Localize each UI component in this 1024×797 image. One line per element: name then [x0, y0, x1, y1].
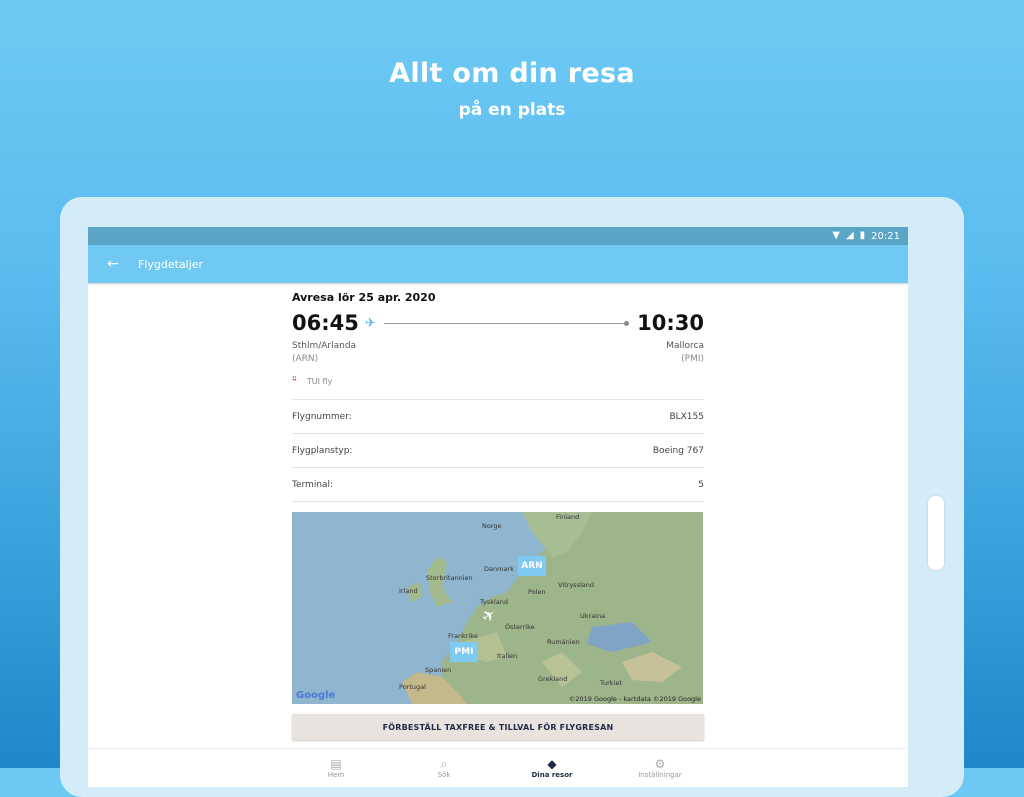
plane-icon: ✈ [364, 315, 376, 331]
back-arrow-icon[interactable]: ← [88, 256, 138, 272]
google-logo: Google [296, 690, 336, 701]
map-label: Ukraina [580, 612, 606, 620]
nav-label: Sök [437, 771, 451, 779]
detail-value: BLX155 [669, 411, 704, 422]
departure-airport: Sthlm/Arlanda (ARN) [292, 340, 356, 366]
map-label: Storbritannien [426, 574, 473, 582]
departure-date: Avresa lör 25 apr. 2020 [292, 291, 436, 304]
map-label: Turkiet [600, 679, 622, 687]
map-label: Portugal [399, 683, 426, 691]
arrival-code: (PMI) [681, 354, 704, 364]
battery-icon: ▮ [859, 230, 866, 241]
home-icon: ▤ [330, 757, 342, 771]
map-label: Grekland [538, 675, 568, 683]
page-title: Flygdetaljer [138, 257, 204, 271]
departure-time: 06:45 [292, 311, 359, 335]
status-bar: ▼ ◢ ▮ 20:21 [88, 227, 908, 245]
tag-icon: ◆ [547, 757, 557, 771]
wifi-icon: ▼ [832, 230, 840, 241]
map-label: Irland [399, 587, 418, 595]
detail-row-aircraft: Flygplanstyp: Boeing 767 [292, 434, 704, 468]
details-table: Flygnummer: BLX155 Flygplanstyp: Boeing … [292, 399, 704, 502]
map-label: Rumänien [547, 638, 580, 646]
map-label: Vitryssland [558, 581, 594, 589]
map-label: Danmark [484, 565, 514, 573]
search-icon: ⌕ [440, 757, 448, 771]
arrival-time: 10:30 [637, 311, 704, 335]
map-label: Norge [482, 522, 502, 530]
nav-search[interactable]: ⌕ Sök [390, 749, 498, 787]
nav-label: Dina resor [531, 771, 573, 779]
map-pin-arn[interactable]: ARN [518, 556, 546, 576]
flight-details: Avresa lör 25 apr. 2020 06:45 ✈ 10:30 St… [292, 289, 704, 740]
nav-label: Hem [327, 771, 345, 779]
app-bar: ← Flygdetaljer [88, 245, 908, 283]
route-line [383, 320, 630, 326]
detail-label: Flygnummer: [292, 411, 352, 422]
airline: ᵕ̈ TUI fly [292, 376, 704, 387]
map-attribution: ©2019 Google - kartdata ©2019 Google [568, 695, 701, 703]
map-pin-pmi[interactable]: PMI [450, 642, 478, 662]
map-label: Spanien [425, 666, 452, 674]
detail-value: Boeing 767 [652, 445, 704, 456]
detail-label: Flygplanstyp: [292, 445, 353, 456]
detail-label: Terminal: [292, 479, 334, 490]
detail-row-flight-number: Flygnummer: BLX155 [292, 400, 704, 434]
hero-subtitle: på en plats [458, 100, 566, 120]
app-screen: ▼ ◢ ▮ 20:21 ← Flygdetaljer Avresa lör 25… [88, 227, 908, 787]
map-label: Frankrike [448, 632, 478, 640]
nav-home[interactable]: ▤ Hem [282, 749, 390, 787]
nav-settings[interactable]: ⚙ Inställningar [606, 749, 714, 787]
map-land [402, 512, 703, 704]
nav-trips[interactable]: ◆ Dina resor [498, 749, 606, 787]
arrival-airport: Mallorca (PMI) [666, 340, 704, 366]
status-time: 20:21 [871, 230, 900, 242]
flight-times: 06:45 ✈ 10:30 [292, 310, 704, 336]
route-map[interactable]: Finland Norge Danmark Storbritannien Irl… [292, 512, 703, 704]
detail-row-terminal: Terminal: 5 [292, 468, 704, 502]
tui-logo-icon: ᵕ̈ [292, 376, 297, 387]
map-label: Polen [528, 588, 546, 596]
airline-name: TUI fly [306, 377, 333, 386]
route-cities: Sthlm/Arlanda (ARN) Mallorca (PMI) [292, 340, 704, 366]
map-label: Italien [497, 652, 518, 660]
map-label: Österrike [505, 623, 535, 631]
signal-icon: ◢ [845, 230, 854, 241]
departure-code: (ARN) [292, 354, 319, 364]
arrival-city: Mallorca [666, 341, 704, 351]
gear-icon: ⚙ [654, 757, 666, 771]
map-label: Finland [556, 513, 580, 521]
hero-title: Allt om din resa [389, 58, 635, 89]
taxfree-button[interactable]: FÖRBESTÄLL TAXFREE & TILLVAL FÖR FLYGRES… [292, 714, 704, 740]
departure-city: Sthlm/Arlanda [292, 341, 357, 351]
map-label: Tyskland [480, 598, 508, 606]
detail-value: 5 [698, 479, 704, 490]
nav-label: Inställningar [638, 771, 682, 779]
tablet-side-button [928, 496, 944, 570]
